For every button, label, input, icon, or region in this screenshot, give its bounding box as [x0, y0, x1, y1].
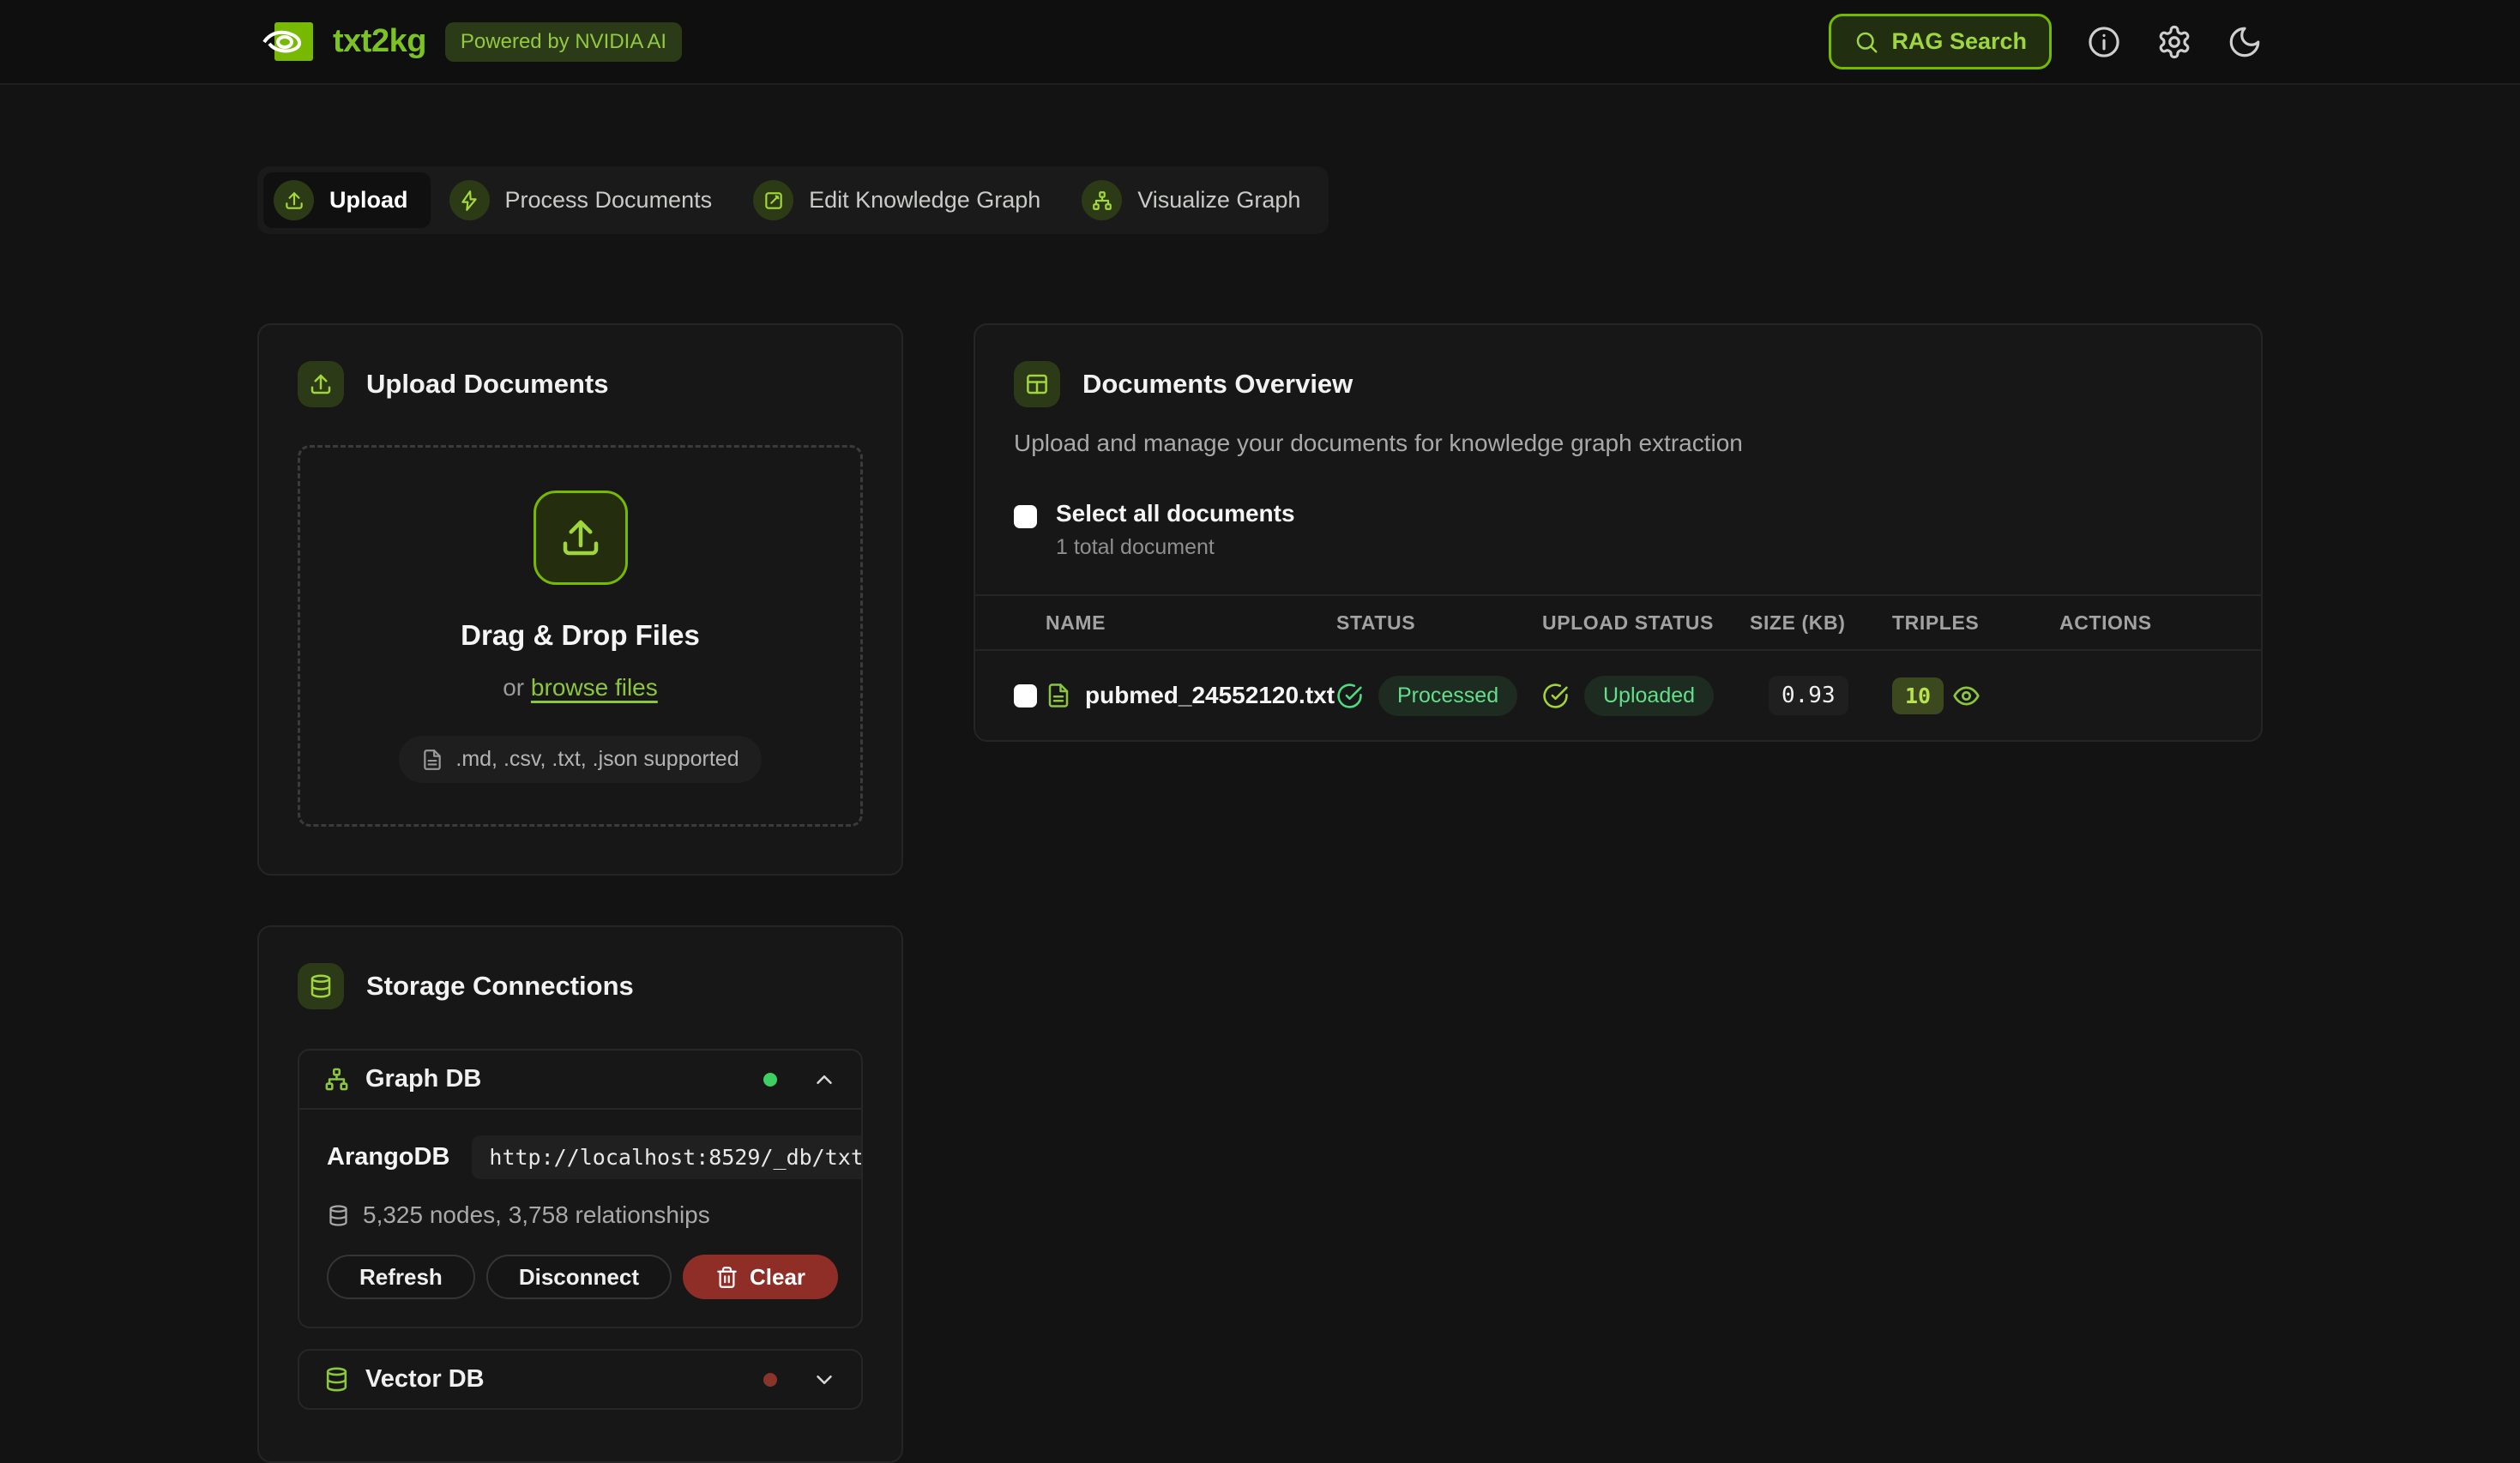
- column-header-size: SIZE (KB): [1750, 611, 1892, 635]
- disconnect-label: Disconnect: [519, 1264, 639, 1291]
- status-badge: Processed: [1378, 676, 1517, 716]
- upload-icon: [274, 180, 314, 220]
- file-icon: [421, 749, 443, 771]
- tab-edit-knowledge-graph-label: Edit Knowledge Graph: [809, 187, 1040, 214]
- info-icon: [2086, 24, 2122, 60]
- connected-status-dot: [763, 1073, 777, 1087]
- tab-upload-label: Upload: [329, 187, 408, 214]
- graph-network-icon: [1082, 180, 1122, 220]
- documents-card-subtitle: Upload and manage your documents for kno…: [1014, 430, 2222, 457]
- column-header-triples: TRIPLES: [1892, 611, 2059, 635]
- tab-upload[interactable]: Upload: [263, 172, 431, 228]
- database-icon: [298, 963, 344, 1009]
- view-document-button[interactable]: [1952, 682, 1980, 710]
- app-header: txt2kg Powered by NVIDIA AI RAG Search: [0, 0, 2520, 85]
- dropzone-subtitle: or browse files: [503, 674, 658, 701]
- tab-process-documents[interactable]: Process Documents: [439, 172, 735, 228]
- eye-icon: [1952, 682, 1980, 710]
- database-icon: [323, 1366, 350, 1393]
- dropzone-title: Drag & Drop Files: [461, 619, 700, 652]
- chevron-down-icon[interactable]: [811, 1367, 837, 1393]
- upload-documents-card: Upload Documents Drag & Drop Files or br…: [257, 323, 903, 876]
- table-row[interactable]: pubmed_24552120.txt Processed Uploaded: [975, 651, 2261, 740]
- graph-db-stats-text: 5,325 nodes, 3,758 relationships: [363, 1201, 710, 1229]
- tab-visualize-graph[interactable]: Visualize Graph: [1071, 172, 1323, 228]
- or-text: or: [503, 674, 524, 701]
- rag-search-button[interactable]: RAG Search: [1829, 14, 2052, 69]
- database-icon: [327, 1204, 350, 1227]
- storage-connections-card: Storage Connections Graph DB: [257, 925, 903, 1463]
- document-name: pubmed_24552120.txt: [1085, 682, 1335, 709]
- rag-search-label: RAG Search: [1891, 28, 2027, 55]
- lightning-icon: [449, 180, 490, 220]
- graph-db-details: ArangoDB http://localhost:8529/_db/txt2k…: [299, 1108, 861, 1327]
- select-all-checkbox[interactable]: [1014, 505, 1037, 528]
- upload-icon: [534, 491, 628, 585]
- documents-overview-card: Documents Overview Upload and manage you…: [974, 323, 2263, 742]
- graph-db-stats: 5,325 nodes, 3,758 relationships: [327, 1201, 834, 1229]
- table-header-row: NAME STATUS UPLOAD STATUS SIZE (KB) TRIP…: [975, 594, 2261, 651]
- column-header-actions: ACTIONS: [2059, 611, 2222, 635]
- graph-db-label: Graph DB: [365, 1065, 481, 1093]
- upload-icon: [298, 361, 344, 407]
- main-content: Upload Process Documents Edit Knowledge …: [257, 85, 2263, 1463]
- graph-db-header[interactable]: Graph DB: [299, 1051, 861, 1108]
- header-actions: RAG Search: [1829, 14, 2263, 69]
- graph-db-section: Graph DB ArangoDB http://localhost:8529/…: [298, 1049, 863, 1328]
- select-all-label: Select all documents: [1056, 500, 1295, 527]
- storage-card-title: Storage Connections: [366, 971, 634, 1002]
- file-text-icon: [1046, 683, 1071, 708]
- documents-table: NAME STATUS UPLOAD STATUS SIZE (KB) TRIP…: [975, 594, 2261, 740]
- tab-visualize-graph-label: Visualize Graph: [1137, 187, 1300, 214]
- edit-icon: [753, 180, 793, 220]
- tab-process-documents-label: Process Documents: [505, 187, 713, 214]
- nvidia-logo-icon: [257, 21, 314, 63]
- total-documents-label: 1 total document: [1056, 535, 1295, 560]
- search-icon: [1854, 29, 1879, 55]
- moon-icon: [2227, 24, 2263, 60]
- theme-toggle-button[interactable]: [2227, 24, 2263, 60]
- graph-db-provider: ArangoDB: [327, 1143, 449, 1171]
- vector-db-label: Vector DB: [365, 1365, 485, 1394]
- supported-formats-badge: .md, .csv, .txt, .json supported: [399, 736, 761, 783]
- info-button[interactable]: [2086, 24, 2122, 60]
- upload-status-badge: Uploaded: [1584, 676, 1714, 716]
- upload-card-title: Upload Documents: [366, 369, 608, 400]
- tab-edit-knowledge-graph[interactable]: Edit Knowledge Graph: [743, 172, 1063, 228]
- clear-label: Clear: [750, 1264, 805, 1291]
- disconnected-status-dot: [763, 1373, 777, 1387]
- clear-button[interactable]: Clear: [683, 1255, 838, 1299]
- check-circle-icon: [1336, 683, 1363, 709]
- graph-network-icon: [323, 1066, 350, 1093]
- documents-card-title: Documents Overview: [1082, 369, 1353, 400]
- gear-icon: [2156, 24, 2192, 60]
- powered-by-badge: Powered by NVIDIA AI: [445, 22, 682, 62]
- brand: txt2kg Powered by NVIDIA AI: [257, 21, 682, 63]
- browse-files-link[interactable]: browse files: [531, 674, 658, 701]
- brand-title: txt2kg: [333, 23, 426, 60]
- table-icon: [1014, 361, 1060, 407]
- trash-icon: [715, 1266, 739, 1289]
- tab-bar: Upload Process Documents Edit Knowledge …: [257, 166, 1329, 234]
- triples-count-badge: 10: [1892, 677, 1944, 714]
- vector-db-header[interactable]: Vector DB: [299, 1351, 861, 1408]
- settings-button[interactable]: [2156, 24, 2192, 60]
- supported-formats-label: .md, .csv, .txt, .json supported: [455, 747, 739, 772]
- row-checkbox[interactable]: [1014, 684, 1037, 707]
- chevron-up-icon[interactable]: [811, 1067, 837, 1093]
- vector-db-section: Vector DB: [298, 1349, 863, 1410]
- column-header-upload-status: UPLOAD STATUS: [1542, 611, 1750, 635]
- refresh-button[interactable]: Refresh: [327, 1255, 475, 1299]
- refresh-label: Refresh: [359, 1264, 443, 1291]
- disconnect-button[interactable]: Disconnect: [486, 1255, 672, 1299]
- column-header-name: NAME: [1046, 611, 1336, 635]
- graph-db-url: http://localhost:8529/_db/txt2kg: [472, 1135, 863, 1179]
- column-header-status: STATUS: [1336, 611, 1542, 635]
- drag-drop-zone[interactable]: Drag & Drop Files or browse files .md, .…: [298, 445, 863, 827]
- size-value: 0.93: [1769, 676, 1848, 715]
- check-circle-icon: [1542, 683, 1569, 709]
